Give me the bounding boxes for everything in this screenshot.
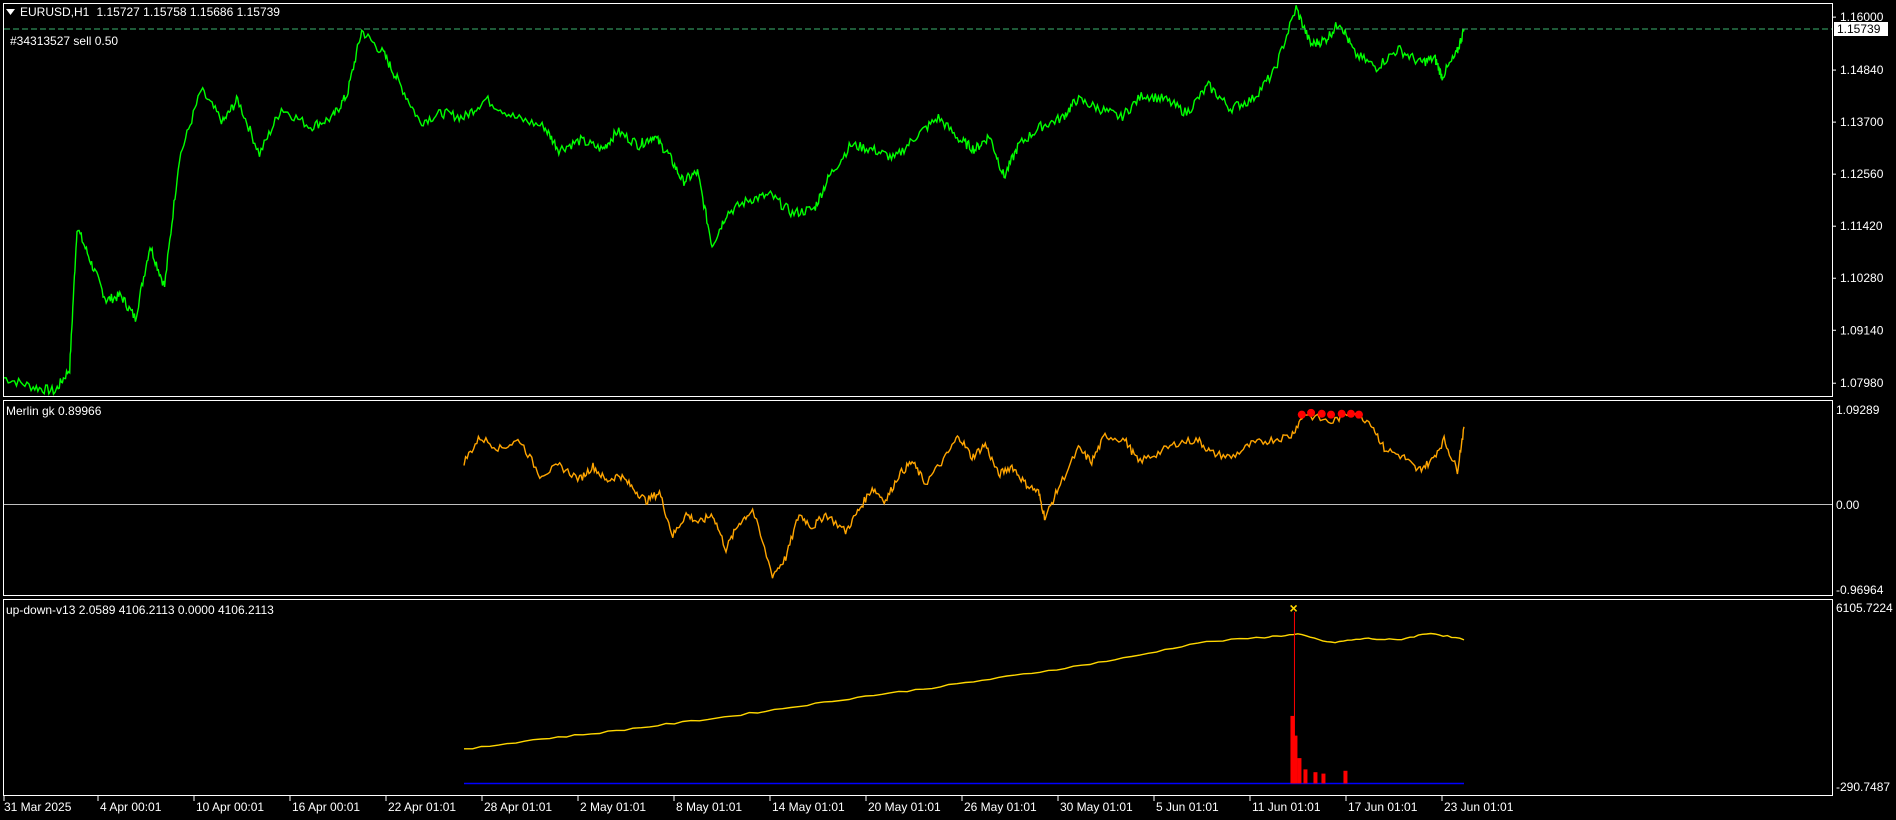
x-tick-label: 17 Jun 01:01: [1348, 800, 1418, 814]
price-tick-label: 1.13700: [1840, 115, 1884, 129]
x-tick-label: 28 Apr 01:01: [484, 800, 552, 814]
merlin-tick-label: 0.00: [1836, 498, 1860, 512]
updown-spike-bar: [1297, 758, 1302, 784]
x-tick-label: 8 May 01:01: [676, 800, 742, 814]
x-tick-label: 14 May 01:01: [772, 800, 845, 814]
x-tick-label: 30 May 01:01: [1060, 800, 1133, 814]
x-tick-label: 10 Apr 00:01: [196, 800, 264, 814]
updown-tick-label: 6105.7224: [1836, 601, 1893, 615]
updown-x-marker-icon: ×: [1289, 600, 1297, 616]
price-tick-label: 1.11420: [1840, 219, 1883, 233]
merlin-signal-dot: [1317, 409, 1326, 418]
merlin-line: [463, 411, 1465, 579]
x-tick-label: 20 May 01:01: [868, 800, 941, 814]
x-tick-label: 5 Jun 01:01: [1156, 800, 1219, 814]
order-label: #34313527 sell 0.50: [10, 34, 118, 48]
merlin-signal-dot: [1307, 408, 1316, 417]
x-axis: 31 Mar 2025 4 Apr 00:01 10 Apr 00:01 16 Apr…: [3, 796, 1514, 814]
price-tick-label: 1.07980: [1840, 376, 1884, 390]
merlin-series-group: [463, 408, 1465, 579]
updown-spike-bar: [1343, 770, 1348, 784]
price-tick-label: 1.09140: [1840, 323, 1884, 337]
x-tick-label: 26 May 01:01: [964, 800, 1037, 814]
price-tick-label: 1.12560: [1840, 167, 1884, 181]
updown-tick-label: -290.7487: [1836, 780, 1890, 794]
x-tick-label: 22 Apr 01:01: [388, 800, 456, 814]
x-tick-label: 23 Jun 01:01: [1444, 800, 1514, 814]
merlin-signal-dot: [1346, 409, 1355, 418]
x-tick-label: 16 Apr 00:01: [292, 800, 360, 814]
x-tick-label: 11 Jun 01:01: [1252, 800, 1321, 814]
chart-canvas[interactable]: × 1.160001.148401.137001.125601.114201.1…: [0, 0, 1896, 820]
price-tick-label: 1.10280: [1840, 271, 1884, 285]
merlin-tick-label: -0.96964: [1836, 583, 1884, 597]
merlin-signal-dot: [1297, 410, 1306, 419]
symbol-header: EURUSD,H1 1.15727 1.15758 1.15686 1.15739: [20, 5, 280, 19]
updown-series-group: ×: [464, 600, 1465, 785]
merlin-title: Merlin gk 0.89966: [6, 404, 102, 418]
merlin-signal-dot: [1327, 410, 1336, 419]
updown-panel-frame: [3, 599, 1833, 796]
x-tick-label: 4 Apr 00:01: [100, 800, 162, 814]
merlin-panel-frame: [3, 400, 1833, 596]
current-price-label: 1.15739: [1837, 22, 1881, 36]
merlin-signal-dot: [1354, 410, 1363, 419]
price-panel-frame: [3, 3, 1833, 397]
price-line: [4, 5, 1465, 396]
axis-ticks-group: 1.160001.148401.137001.125601.114201.102…: [1832, 10, 1893, 794]
price-tick-label: 1.14840: [1840, 63, 1884, 77]
x-tick-label: 2 May 01:01: [580, 800, 646, 814]
updown-spike-bar: [1303, 769, 1308, 784]
updown-spike-bar: [1293, 735, 1298, 784]
x-tick-label: 31 Mar 2025: [4, 800, 72, 814]
merlin-signal-dot: [1337, 409, 1346, 418]
updown-spike-bar: [1313, 772, 1318, 784]
price-series-group: [4, 5, 1832, 396]
dropdown-triangle-icon[interactable]: [6, 9, 15, 15]
merlin-tick-label: 1.09289: [1836, 403, 1880, 417]
updown-line: [464, 632, 1465, 750]
updown-spike-bar: [1321, 773, 1326, 784]
updown-title: up-down-v13 2.0589 4106.2113 0.0000 4106…: [6, 603, 274, 617]
